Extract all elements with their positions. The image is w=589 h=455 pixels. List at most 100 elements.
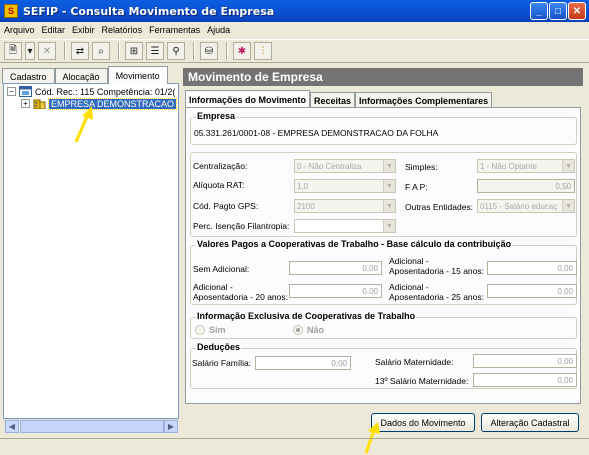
simples-value: 1 - Não Optante (480, 161, 537, 171)
outras-entidades-select[interactable]: 0115 - Salário educaç ▼ (477, 199, 575, 213)
salario-familia-field[interactable]: 0,00 (255, 356, 351, 370)
binoculars-icon[interactable]: ⚲ (167, 42, 185, 60)
pagto-gps-select[interactable]: 2100 ▼ (294, 199, 396, 213)
minimize-button[interactable]: _ (530, 2, 548, 20)
outras-entidades-label: Outras Entidades: (405, 202, 474, 212)
chevron-down-icon[interactable]: ▼ (383, 160, 395, 172)
ad20-field[interactable]: 0,00 (289, 284, 382, 298)
toolbar-separator (226, 42, 228, 60)
scroll-left-icon[interactable]: ◀ (5, 420, 19, 433)
scroll-thumb[interactable] (20, 420, 164, 433)
new-icon[interactable]: 🗎 (4, 42, 22, 60)
chevron-down-icon[interactable]: ▼ (383, 220, 395, 232)
decimo-maternidade-label: 13º Salário Maternidade: (375, 376, 469, 386)
centralizacao-select[interactable]: 0 - Não Centraliza ▼ (294, 159, 396, 173)
delete-icon[interactable]: ✕ (38, 42, 56, 60)
movement-form: Empresa 05.331.261/0001-08 - EMPRESA DEM… (185, 107, 581, 404)
fields-group: Centralização: 0 - Não Centraliza ▼ Simp… (190, 152, 577, 237)
move-icon[interactable]: ⇄ (71, 42, 89, 60)
radio-sim-label: Sim (209, 325, 226, 335)
tab-informacoes-complementares[interactable]: Informações Complementares (355, 92, 493, 108)
window-title: SEFIP - Consulta Movimento de Empresa (23, 4, 275, 18)
menu-relatorios[interactable]: Relatórios (102, 25, 143, 35)
company-icon (33, 99, 46, 109)
sem-adicional-field[interactable]: 0,00 (289, 261, 382, 275)
tree-child-label: EMPRESA DEMONSTRACAO (47, 97, 178, 110)
menu-exibir[interactable]: Exibir (72, 25, 95, 35)
radio-sim[interactable]: Sim (195, 325, 226, 335)
tree-root-label: Cód. Rec.: 115 Competência: 01/2( (35, 86, 176, 97)
menu-ferramentas[interactable]: Ferramentas (149, 25, 200, 35)
ad15-field[interactable]: 0,00 (487, 261, 577, 275)
exclusiva-title: Informação Exclusiva de Cooperativas de … (196, 311, 417, 321)
chevron-down-icon[interactable]: ▼ (383, 200, 395, 212)
expand-icon[interactable]: + (21, 99, 30, 108)
toolbar: 🗎 ▾ ✕ ⇄ ⌕ ⊞ ☰ ⚲ ⛁ ✱ ⫶ (0, 39, 589, 63)
radio-circle (195, 325, 205, 335)
empresa-group: Empresa 05.331.261/0001-08 - EMPRESA DEM… (190, 111, 577, 145)
aliquota-value: 1,0 (297, 181, 309, 191)
menu-ajuda[interactable]: Ajuda (207, 25, 230, 35)
chevron-down-icon[interactable]: ▼ (562, 160, 574, 172)
list-icon[interactable]: ☰ (146, 42, 164, 60)
panel-header: Movimento de Empresa (183, 68, 583, 86)
radio-circle (293, 325, 303, 335)
deducoes-group: Deduções Salário Família: 0,00 Salário M… (190, 342, 577, 389)
color-icon[interactable]: ✱ (233, 42, 251, 60)
menu-arquivo[interactable]: Arquivo (4, 25, 35, 35)
fap-label: F A P: (405, 182, 428, 192)
centralizacao-value: 0 - Não Centraliza (297, 161, 362, 171)
tree-root[interactable]: − Cód. Rec.: 115 Competência: 01/2( (7, 86, 175, 97)
database-icon[interactable]: ⛁ (200, 42, 218, 60)
salario-maternidade-label: Salário Maternidade: (375, 357, 454, 367)
ad15-label-2: Aposentadoria - 15 anos: (389, 266, 484, 276)
toolbar-separator (64, 42, 66, 60)
pagto-gps-value: 2100 (297, 201, 315, 211)
ad25-label-1: Adicional - (389, 282, 429, 292)
fap-field[interactable]: 0,50 (477, 179, 575, 193)
aliquota-select[interactable]: 1,0 ▼ (294, 179, 396, 193)
exclusiva-group: Informação Exclusiva de Cooperativas de … (190, 311, 577, 339)
tab-receitas[interactable]: Receitas (310, 92, 356, 108)
menu-bar: Arquivo Editar Exibir Relatórios Ferrame… (0, 22, 589, 38)
empresa-title: Empresa (196, 111, 237, 121)
maximize-button[interactable]: □ (549, 2, 567, 20)
scroll-right-icon[interactable]: ▶ (164, 420, 178, 433)
ad25-field[interactable]: 0,00 (487, 284, 577, 298)
sem-adicional-label: Sem Adicional: (193, 264, 250, 274)
salario-maternidade-field[interactable]: 0,00 (473, 354, 577, 368)
horizontal-scrollbar[interactable]: ◀ ▶ (4, 419, 178, 433)
decimo-maternidade-field[interactable]: 0,00 (473, 373, 577, 387)
outras-entidades-value: 0115 - Salário educaç (480, 201, 558, 211)
find-icon[interactable]: ⌕ (92, 42, 110, 60)
calendar-icon (19, 86, 32, 97)
tree-icon[interactable]: ⊞ (125, 42, 143, 60)
close-button[interactable]: ✕ (568, 2, 586, 20)
toolbar-separator (118, 42, 120, 60)
tab-movimento[interactable]: Movimento (107, 66, 168, 84)
salario-familia-label: Salário Família: (192, 358, 252, 368)
pagto-gps-label: Cód. Pagto GPS: (193, 201, 259, 211)
title-bar: S SEFIP - Consulta Movimento de Empresa … (0, 0, 589, 22)
tab-informacoes-movimento[interactable]: Informações do Movimento (185, 90, 311, 108)
left-tabs: Cadastro Alocação Movimento (2, 66, 168, 84)
simples-select[interactable]: 1 - Não Optante ▼ (477, 159, 575, 173)
cooperativas-title: Valores Pagos a Cooperativas de Trabalho… (196, 239, 513, 249)
collapse-icon[interactable]: − (7, 87, 16, 96)
chevron-down-icon[interactable]: ▼ (383, 180, 395, 192)
simples-label: Simples: (405, 162, 438, 172)
tab-alocacao[interactable]: Alocação (54, 68, 108, 84)
dados-movimento-button[interactable]: Dados do Movimento (371, 413, 475, 432)
alteracao-cadastral-button[interactable]: Alteração Cadastral (481, 413, 579, 432)
radio-nao[interactable]: Não (293, 325, 324, 335)
isencao-select[interactable]: ▼ (294, 219, 396, 233)
tab-cadastro[interactable]: Cadastro (2, 68, 55, 84)
ad20-label-2: Aposentadoria - 20 anos: (193, 292, 288, 302)
chart-icon[interactable]: ⫶ (254, 42, 272, 60)
deducoes-title: Deduções (196, 342, 242, 352)
ad15-label-1: Adicional - (389, 256, 429, 266)
tree-child[interactable]: + EMPRESA DEMONSTRACAO (21, 97, 178, 110)
menu-editar[interactable]: Editar (42, 25, 66, 35)
chevron-down-icon[interactable]: ▼ (562, 200, 574, 212)
dropdown-arrow-icon[interactable]: ▾ (25, 42, 35, 60)
